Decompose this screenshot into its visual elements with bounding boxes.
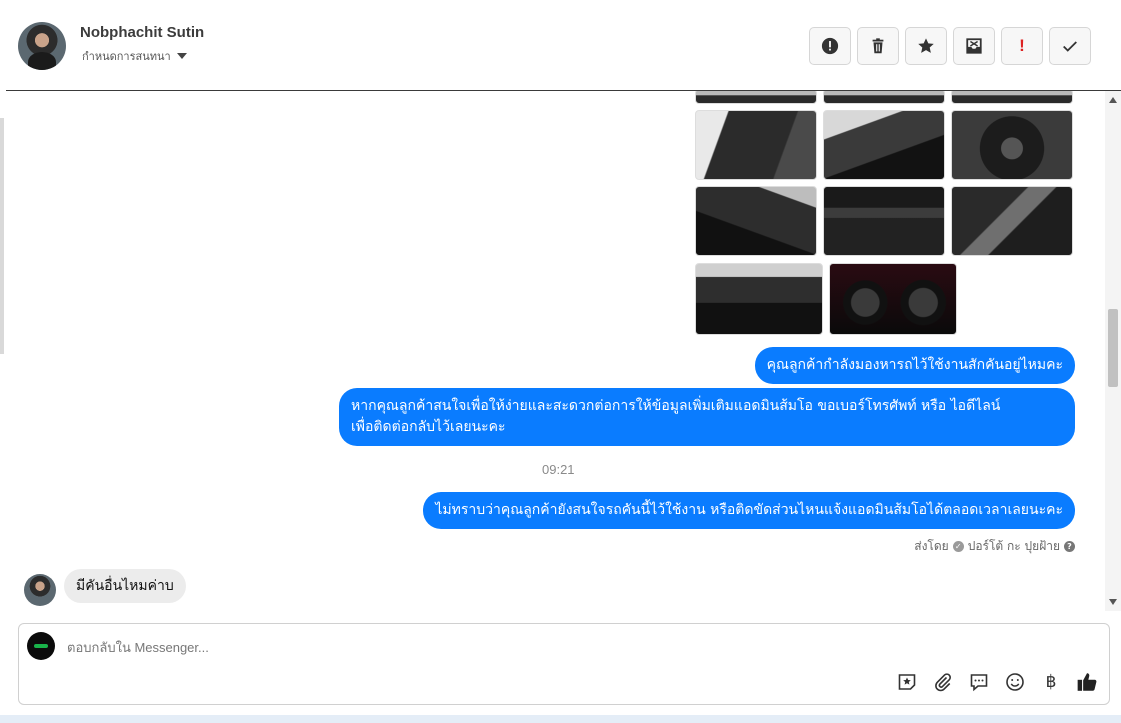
message-text: เพื่อติดต่อกลับไว้เลยนะคะ: [351, 419, 506, 435]
saved-reply-icon: [970, 674, 988, 692]
reply-input[interactable]: [67, 637, 867, 657]
conversation-settings-dropdown[interactable]: กำหนดการสนทนา: [82, 47, 187, 65]
message-text: คุณลูกค้ากำลังมองหารถไว้ใช้งานสักคันอยู่…: [766, 357, 1063, 373]
conversation-header: Nobphachit Sutin กำหนดการสนทนา !: [6, 0, 1121, 91]
emoji-icon: [1006, 673, 1024, 691]
scroll-up-arrow-icon[interactable]: [1109, 97, 1117, 103]
baht-icon: ฿: [1045, 672, 1057, 692]
reply-composer: ฿: [18, 623, 1110, 705]
delete-button[interactable]: [857, 27, 899, 65]
outgoing-message[interactable]: หากคุณลูกค้าสนใจเพื่อให้ง่ายและสะดวกต่อก…: [339, 388, 1075, 446]
conversation-settings-label: กำหนดการสนทนา: [82, 50, 171, 63]
attachment-button[interactable]: [931, 670, 955, 694]
check-icon: [1063, 41, 1077, 52]
car-photo-thumbnail[interactable]: [823, 186, 945, 256]
help-icon[interactable]: ?: [1064, 541, 1075, 552]
contact-avatar[interactable]: [18, 22, 66, 70]
car-photo-thumbnail[interactable]: [695, 263, 823, 335]
star-button[interactable]: [905, 27, 947, 65]
car-photo-thumbnail[interactable]: [951, 110, 1073, 180]
contact-avatar-small[interactable]: [24, 574, 56, 606]
caret-down-icon: [176, 53, 187, 59]
verified-icon: ✓: [952, 541, 964, 552]
car-photo-thumbnail[interactable]: [695, 91, 817, 104]
priority-button[interactable]: !: [1001, 27, 1043, 65]
thread-scrollbar[interactable]: [1105, 91, 1121, 611]
car-photo-thumbnail[interactable]: [951, 91, 1073, 104]
saved-reply-button[interactable]: [967, 670, 991, 694]
header-actions: !: [809, 27, 1091, 65]
message-text: มีคันอื่นไหมค่าบ: [76, 578, 174, 594]
attachment-icon: [935, 673, 951, 692]
report-icon: [821, 37, 839, 55]
like-button[interactable]: [1075, 670, 1099, 694]
car-photo-thumbnail[interactable]: [951, 186, 1073, 256]
archive-button[interactable]: [953, 27, 995, 65]
car-photo-thumbnail[interactable]: [695, 186, 817, 256]
outgoing-message[interactable]: คุณลูกค้ากำลังมองหารถไว้ใช้งานสักคันอยู่…: [754, 347, 1075, 384]
car-photo-thumbnail[interactable]: [823, 110, 945, 180]
contact-name[interactable]: Nobphachit Sutin: [80, 24, 204, 41]
sent-by-name: ปอร์โต้ กะ ปุยฝ้าย: [967, 539, 1060, 553]
message-text: หากคุณลูกค้าสนใจเพื่อให้ง่ายและสะดวกต่อก…: [351, 398, 1001, 414]
sticker-button[interactable]: [895, 670, 919, 694]
sent-by-label: ส่งโดย: [914, 539, 949, 553]
composer-tools: ฿: [895, 670, 1099, 694]
scrollbar-thumb[interactable]: [1108, 309, 1118, 387]
thumbs-up-icon: [1077, 673, 1097, 691]
page-avatar: [27, 632, 55, 660]
sticker-icon: [898, 674, 916, 690]
mark-done-button[interactable]: [1049, 27, 1091, 65]
star-icon: [918, 38, 934, 53]
message-text: ไม่ทราบว่าคุณลูกค้ายังสนใจรถคันนี้ไว้ใช้…: [435, 502, 1063, 518]
sent-by-info: ส่งโดย ✓ ปอร์โต้ กะ ปุยฝ้าย ?: [914, 537, 1075, 556]
archive-icon: [966, 38, 982, 54]
incoming-message[interactable]: มีคันอื่นไหมค่าบ: [64, 569, 186, 603]
left-panel-edge: [0, 118, 4, 354]
priority-icon: !: [1019, 36, 1025, 55]
outgoing-message[interactable]: ไม่ทราบว่าคุณลูกค้ายังสนใจรถคันนี้ไว้ใช้…: [423, 492, 1075, 529]
car-photo-thumbnail[interactable]: [695, 110, 817, 180]
message-timestamp: 09:21: [542, 462, 575, 477]
car-photo-thumbnail[interactable]: [823, 91, 945, 104]
car-photo-thumbnail[interactable]: [829, 263, 957, 335]
trash-icon: [872, 38, 884, 54]
emoji-button[interactable]: [1003, 670, 1027, 694]
window-bottom-strip: [0, 715, 1121, 723]
scroll-down-arrow-icon[interactable]: [1109, 599, 1117, 605]
payment-button[interactable]: ฿: [1039, 670, 1063, 694]
report-button[interactable]: [809, 27, 851, 65]
message-thread[interactable]: คุณลูกค้ากำลังมองหารถไว้ใช้งานสักคันอยู่…: [6, 91, 1105, 611]
messenger-conversation-window: Nobphachit Sutin กำหนดการสนทนา ! คุณลูกค…: [0, 0, 1121, 723]
